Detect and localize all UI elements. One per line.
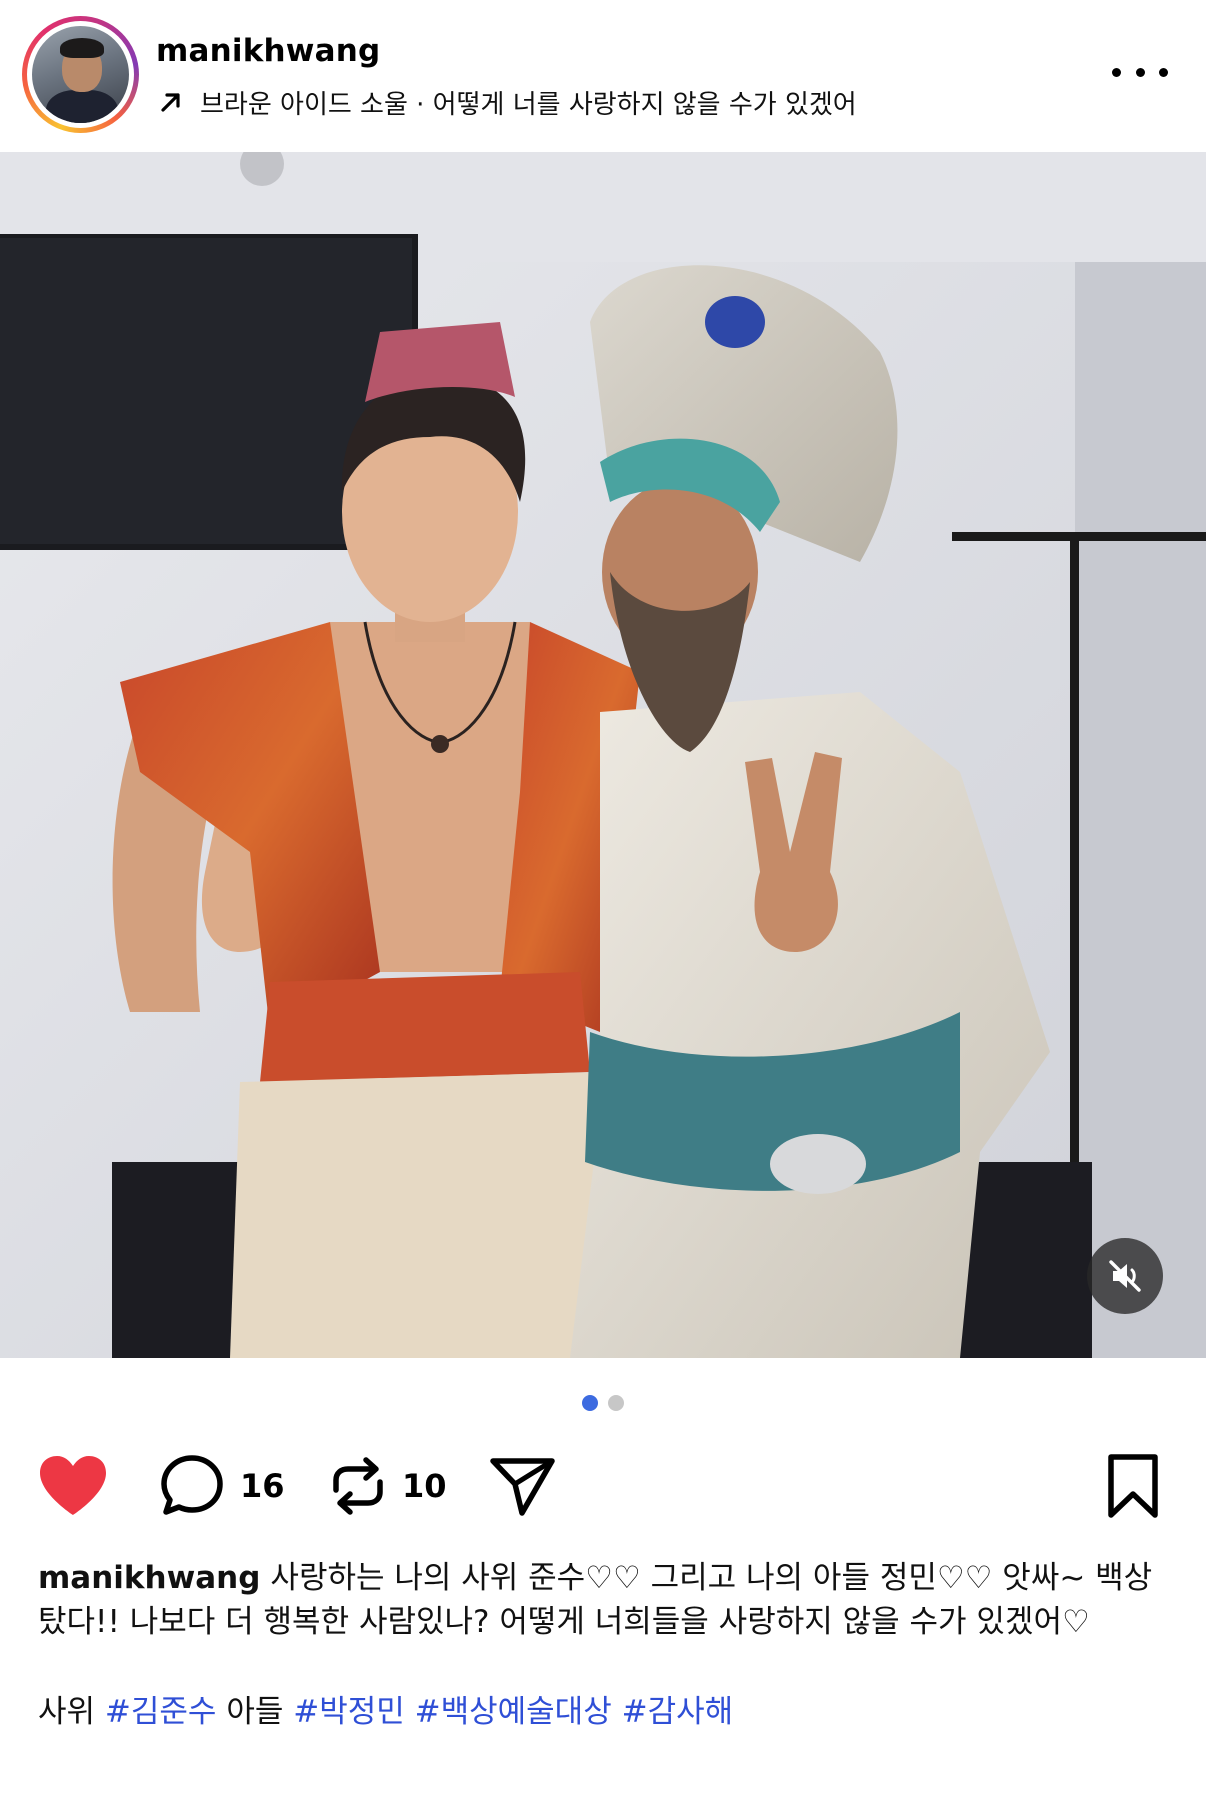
caption-word: 사위 (38, 1694, 96, 1730)
hashtag-link[interactable]: #박정민 (293, 1694, 405, 1730)
mute-toggle-button[interactable] (1087, 1238, 1163, 1314)
post-header: manikhwang 브라운 아이드 소울 · 어떻게 너를 사랑하지 않을 수… (0, 0, 1206, 152)
arrow-up-right-icon (161, 93, 180, 112)
repost-icon (333, 1457, 383, 1515)
hashtag-link[interactable]: #감사해 (622, 1694, 734, 1730)
audio-attribution[interactable]: 브라운 아이드 소울 · 어떻게 너를 사랑하지 않을 수가 있겠어 (156, 84, 857, 120)
carousel-dot[interactable] (608, 1395, 624, 1411)
more-options-button[interactable] (1112, 58, 1168, 86)
post-username[interactable]: manikhwang (156, 33, 380, 69)
carousel-dot-active[interactable] (582, 1395, 598, 1411)
audio-track-label: 브라운 아이드 소울 · 어떻게 너를 사랑하지 않을 수가 있겠어 (200, 89, 857, 120)
like-button[interactable] (36, 1450, 110, 1522)
caption-username[interactable]: manikhwang (38, 1560, 260, 1596)
avatar[interactable] (32, 26, 129, 123)
heart-icon (40, 1456, 106, 1515)
save-button[interactable] (1104, 1450, 1162, 1522)
post-actions-bar: 16 10 (0, 1450, 1206, 1522)
more-horizontal-icon (1112, 67, 1121, 77)
carousel-indicator (0, 1395, 1206, 1411)
caption-word: 아들 (226, 1694, 284, 1730)
post-image[interactable] (0, 152, 1206, 1358)
reposts-count: 10 (402, 1467, 447, 1505)
comment-button[interactable]: 16 (158, 1450, 285, 1522)
post-photo-illustration (0, 152, 1206, 1358)
share-button[interactable] (488, 1450, 558, 1522)
post-caption: manikhwang 사랑하는 나의 사위 준수♡♡ 그리고 나의 아들 정민♡♡… (38, 1556, 1168, 1644)
comments-count: 16 (240, 1467, 285, 1505)
speaker-muted-icon (1109, 1260, 1141, 1292)
hashtag-link[interactable]: #백상예술대상 (415, 1694, 612, 1730)
comment-bubble-icon (161, 1455, 223, 1515)
repost-button[interactable]: 10 (328, 1450, 447, 1522)
avatar-story-ring[interactable] (22, 16, 139, 133)
hashtag-link[interactable]: #김준수 (105, 1694, 217, 1730)
bookmark-icon (1108, 1454, 1158, 1518)
send-icon (490, 1458, 555, 1516)
caption-hashtags: 사위 #김준수 아들 #박정민 #백상예술대상 #감사해 (38, 1690, 733, 1734)
